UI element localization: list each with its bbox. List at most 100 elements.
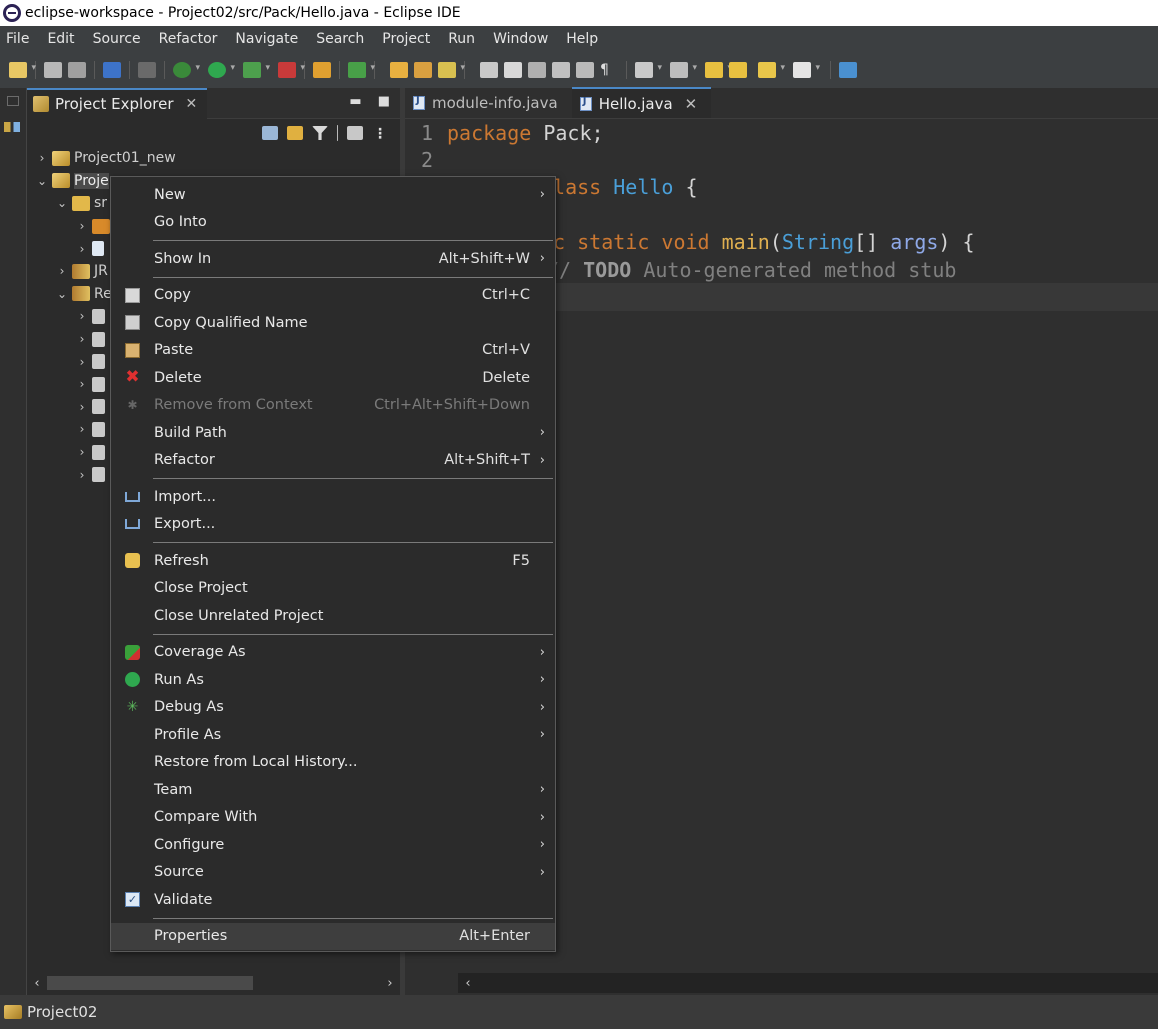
expand-chevron-icon[interactable]: ›	[55, 264, 69, 278]
expand-chevron-icon[interactable]: ›	[75, 400, 89, 414]
menu-edit[interactable]: Edit	[41, 31, 86, 47]
coverage-icon[interactable]	[243, 61, 270, 78]
menu-file[interactable]: File	[0, 31, 41, 47]
menu-search[interactable]: Search	[310, 31, 376, 47]
menu-separator	[153, 633, 553, 635]
open-perspective-icon[interactable]	[839, 61, 857, 78]
menu-window[interactable]: Window	[487, 31, 560, 47]
menu-item-new[interactable]: New ›	[111, 181, 555, 209]
menu-help[interactable]: Help	[560, 31, 610, 47]
menu-item-copy[interactable]: Copy Ctrl+C	[111, 282, 555, 310]
filter-icon[interactable]	[312, 126, 328, 140]
restore-icon[interactable]	[7, 96, 19, 106]
menu-item-close-project[interactable]: Close Project	[111, 575, 555, 603]
menu-navigate[interactable]: Navigate	[229, 31, 310, 47]
expand-chevron-icon[interactable]: ›	[75, 332, 89, 346]
save-icon[interactable]	[44, 61, 62, 78]
menu-item-close-unrelated-project[interactable]: Close Unrelated Project	[111, 602, 555, 630]
menu-item-delete[interactable]: ✖ Delete Delete	[111, 364, 555, 392]
menu-item-copy-qualified-name[interactable]: Copy Qualified Name	[111, 309, 555, 337]
menu-item-refactor[interactable]: Refactor Alt+Shift+T ›	[111, 447, 555, 475]
menu-item-export[interactable]: Export...	[111, 511, 555, 539]
menu-project[interactable]: Project	[376, 31, 442, 47]
menu-source[interactable]: Source	[87, 31, 153, 47]
expand-chevron-icon[interactable]: ›	[75, 468, 89, 482]
expand-chevron-icon[interactable]: ›	[75, 422, 89, 436]
next-annotation-icon[interactable]	[635, 61, 662, 78]
minimize-icon[interactable]: ▬	[349, 94, 361, 109]
menu-item-build-path[interactable]: Build Path ›	[111, 419, 555, 447]
menu-refactor[interactable]: Refactor	[153, 31, 230, 47]
forward-history-icon[interactable]	[729, 61, 747, 78]
menu-item-coverage-as[interactable]: Coverage As ›	[111, 639, 555, 667]
open-type-icon[interactable]	[390, 61, 408, 78]
menu-run[interactable]: Run	[442, 31, 487, 47]
menu-item-profile-as[interactable]: Profile As ›	[111, 721, 555, 749]
last-edit-location-icon[interactable]	[705, 61, 732, 78]
expand-chevron-icon[interactable]: ›	[75, 309, 89, 323]
open-resource-icon[interactable]	[414, 61, 432, 78]
expand-chevron-icon[interactable]: ›	[75, 242, 89, 256]
tab-module-info[interactable]: module-info.java	[405, 87, 572, 118]
menu-item-configure[interactable]: Configure ›	[111, 831, 555, 859]
collapse-all-icon[interactable]	[262, 126, 278, 140]
editor-horizontal-scrollbar[interactable]: ‹	[458, 973, 1158, 993]
collapse-chevron-icon[interactable]: ⌄	[35, 174, 49, 188]
skip-breakpoints-icon[interactable]	[138, 61, 156, 78]
menu-item-restore-local-history[interactable]: Restore from Local History...	[111, 749, 555, 777]
tab-hello-java[interactable]: Hello.java ✕	[571, 87, 712, 118]
debug-icon[interactable]	[173, 61, 200, 78]
expand-chevron-icon[interactable]: ›	[75, 445, 89, 459]
collapse-chevron-icon[interactable]: ⌄	[55, 287, 69, 301]
toggle-breadcrumb-icon[interactable]	[504, 61, 522, 78]
explorer-horizontal-scrollbar[interactable]: ‹ ›	[27, 973, 400, 993]
focus-icon[interactable]	[347, 126, 363, 140]
menu-item-validate[interactable]: ✓ Validate	[111, 886, 555, 914]
collapse-chevron-icon[interactable]: ⌄	[55, 196, 69, 210]
scroll-thumb[interactable]	[47, 976, 253, 990]
menu-item-show-in[interactable]: Show In Alt+Shift+W ›	[111, 245, 555, 273]
external-tools-icon[interactable]	[278, 61, 305, 78]
expand-chevron-icon[interactable]: ›	[75, 377, 89, 391]
scroll-left-icon[interactable]: ‹	[27, 976, 47, 991]
tab-project-explorer[interactable]: Project Explorer ✕	[27, 87, 208, 119]
menu-item-label: Debug As	[154, 699, 224, 716]
new-class-icon[interactable]	[348, 61, 375, 78]
toggle-mark-occurrences-icon[interactable]	[480, 61, 498, 78]
search-icon[interactable]	[438, 61, 465, 78]
expand-chevron-icon[interactable]: ›	[75, 219, 89, 233]
menu-item-properties[interactable]: Properties Alt+Enter	[111, 922, 555, 950]
close-icon[interactable]: ✕	[685, 95, 698, 113]
menu-item-go-into[interactable]: Go Into	[111, 209, 555, 237]
tree-row[interactable]: › Project01_new	[27, 147, 400, 170]
scroll-right-icon[interactable]: ›	[380, 976, 400, 991]
menu-item-refresh[interactable]: Refresh F5	[111, 547, 555, 575]
menu-item-source[interactable]: Source ›	[111, 859, 555, 887]
forward-arrow-icon[interactable]	[793, 61, 820, 78]
expand-chevron-icon[interactable]: ›	[75, 355, 89, 369]
show-whitespace-icon[interactable]	[576, 61, 594, 78]
menu-item-team[interactable]: Team ›	[111, 776, 555, 804]
link-with-editor-icon[interactable]	[287, 126, 303, 140]
view-menu-icon[interactable]: ⋮	[372, 126, 388, 142]
terminal-icon[interactable]	[103, 61, 121, 78]
save-all-icon[interactable]	[68, 61, 86, 78]
menu-item-paste[interactable]: Paste Ctrl+V	[111, 337, 555, 365]
close-icon[interactable]: ✕	[186, 96, 198, 112]
hierarchy-icon[interactable]	[4, 122, 20, 132]
run-icon[interactable]	[208, 61, 235, 78]
new-java-project-icon[interactable]	[313, 61, 331, 78]
pilcrow-icon[interactable]: ¶	[600, 62, 618, 78]
back-arrow-icon[interactable]	[758, 61, 785, 78]
scroll-left-icon[interactable]: ‹	[458, 976, 478, 991]
maximize-icon[interactable]: ■	[378, 94, 390, 109]
menu-item-import[interactable]: Import...	[111, 483, 555, 511]
menu-item-debug-as[interactable]: ✳ Debug As ›	[111, 694, 555, 722]
menu-item-compare-with[interactable]: Compare With ›	[111, 804, 555, 832]
word-wrap-icon[interactable]	[528, 61, 546, 78]
new-wizard-icon[interactable]	[9, 61, 36, 78]
expand-chevron-icon[interactable]: ›	[35, 151, 49, 165]
previous-annotation-icon[interactable]	[670, 61, 697, 78]
block-selection-icon[interactable]	[552, 61, 570, 78]
menu-item-run-as[interactable]: Run As ›	[111, 666, 555, 694]
